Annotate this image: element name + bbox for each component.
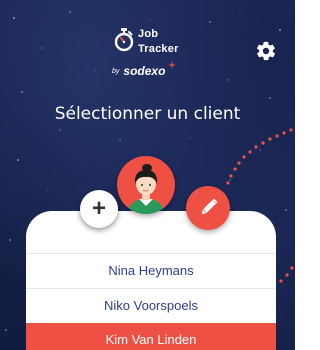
client-item-kim-van-linden[interactable]: Kim Van Linden — [26, 323, 276, 350]
add-client-button[interactable]: + — [80, 190, 118, 228]
sodexo-brand: by sodexo — [112, 61, 202, 78]
edit-client-button[interactable] — [186, 186, 230, 230]
page-title: Sélectionner un client — [54, 104, 241, 124]
logo-text-job: Job — [138, 28, 159, 40]
brand-star-icon — [168, 61, 176, 69]
app-screen: Job Tracker by sodexo Sélectionner un cli… — [0, 0, 295, 350]
plus-icon: + — [91, 195, 106, 222]
brand-name: sodexo — [123, 64, 166, 78]
job-tracker-logo: Job Tracker by sodexo — [112, 24, 202, 84]
gear-icon[interactable] — [255, 40, 277, 62]
brand-by-text: by — [112, 68, 120, 76]
client-item-niko-voorspoels[interactable]: Niko Voorspoels — [26, 288, 276, 322]
client-list-card: Nina Heymans Niko Voorspoels Kim Van Lin… — [26, 211, 276, 350]
logo-text-tracker: Tracker — [138, 43, 179, 55]
avatar — [117, 156, 175, 214]
client-item-nina-heymans[interactable]: Nina Heymans — [26, 253, 276, 287]
pencil-icon — [201, 198, 218, 215]
user-avatar-icon — [127, 164, 165, 214]
stopwatch-icon — [114, 28, 134, 52]
